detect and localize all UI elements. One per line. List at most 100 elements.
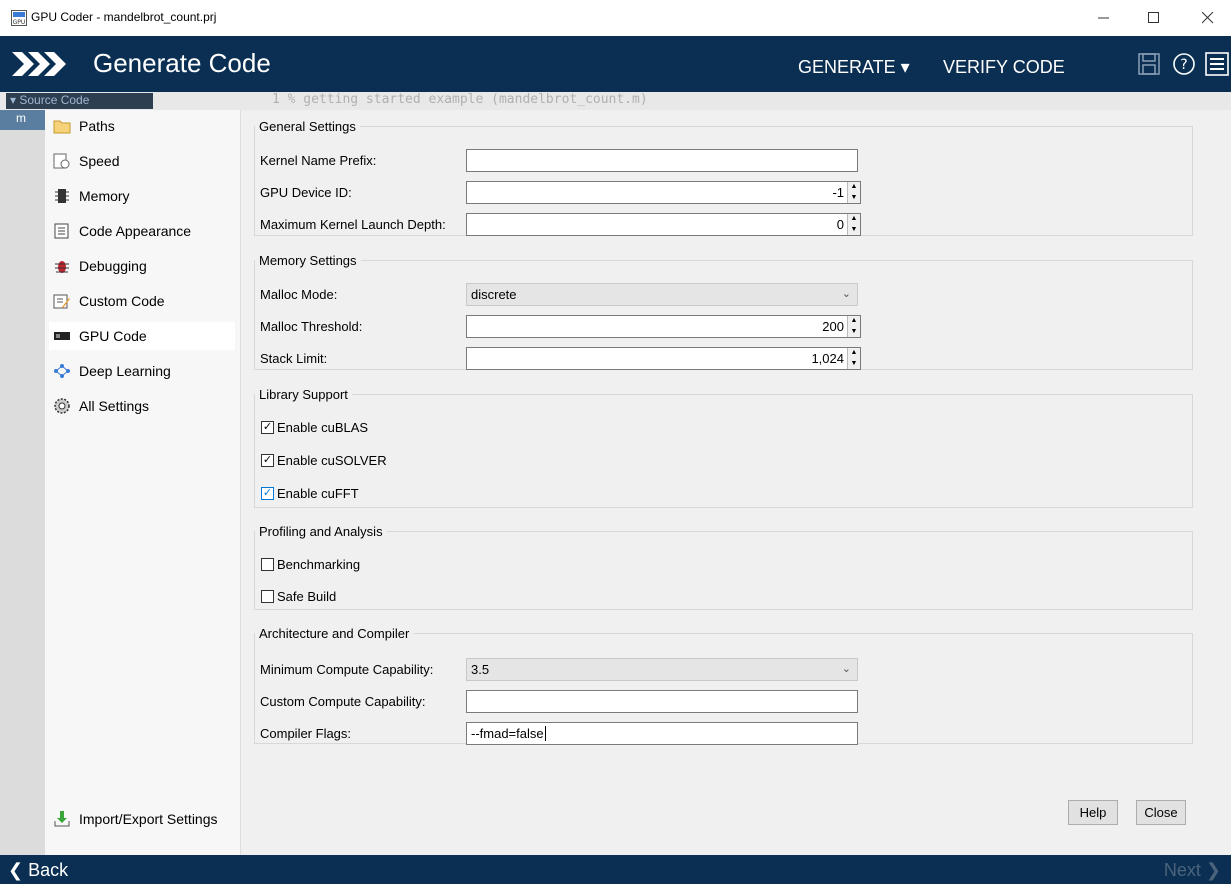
checkbox-box[interactable] — [261, 421, 274, 434]
library-support-legend: Library Support — [259, 387, 348, 402]
window-title: GPU Coder - mandelbrot_count.prj — [31, 10, 217, 24]
library-support-group: Library Support Enable cuBLAS Enable cuS… — [254, 387, 1193, 508]
nav-item-debugging[interactable]: Debugging — [49, 252, 235, 280]
spinner-arrows[interactable]: ▲ ▼ — [847, 348, 860, 369]
compiler-flags-label: Compiler Flags: — [260, 726, 352, 741]
max-kernel-launch-depth-spinner[interactable]: 0 ▲ ▼ — [466, 213, 861, 236]
nav-item-code-appearance[interactable]: Code Appearance — [49, 217, 235, 245]
max-kernel-launch-depth-value: 0 — [836, 217, 844, 232]
app-header: Generate Code GENERATE ▾ VERIFY CODE ? — [0, 36, 1231, 92]
memory-settings-legend: Memory Settings — [259, 253, 357, 268]
nav-item-label: Custom Code — [79, 293, 165, 309]
import-export-settings[interactable]: Import/Export Settings — [49, 805, 235, 833]
custom-code-icon — [53, 292, 71, 310]
nav-item-label: Memory — [79, 188, 130, 204]
page-title: Generate Code — [93, 48, 271, 78]
min-compute-capability-label: Minimum Compute Capability: — [260, 662, 434, 677]
general-settings-legend: General Settings — [259, 119, 356, 134]
checkbox-box[interactable] — [261, 558, 274, 571]
folder-icon — [53, 117, 71, 135]
source-code-label[interactable]: ▾ Source Code — [6, 93, 154, 109]
save-icon[interactable] — [1137, 52, 1161, 76]
generate-menu[interactable]: GENERATE ▾ — [798, 57, 910, 78]
enable-cufft-checkbox[interactable]: Enable cuFFT — [261, 486, 359, 501]
enable-cusolver-checkbox[interactable]: Enable cuSOLVER — [261, 453, 387, 468]
nav-item-label: All Settings — [79, 398, 150, 414]
neural-network-icon — [53, 362, 71, 380]
spinner-arrows[interactable]: ▲ ▼ — [847, 316, 860, 337]
kernel-prefix-label: Kernel Name Prefix: — [260, 153, 377, 168]
memory-settings-group: Memory Settings Malloc Mode: discrete ⌄ … — [254, 253, 1193, 370]
nav-item-all-settings[interactable]: All Settings — [49, 392, 235, 420]
stack-limit-label: Stack Limit: — [260, 351, 328, 366]
help-icon[interactable]: ? — [1172, 52, 1196, 76]
nav-item-label: Deep Learning — [79, 363, 171, 379]
settings-dialog: Paths Speed Memory Code Appearance Debug… — [45, 110, 1231, 855]
close-button[interactable]: Close — [1136, 800, 1186, 825]
gpu-device-id-value: -1 — [832, 185, 844, 200]
enable-cusolver-label: Enable cuSOLVER — [277, 453, 387, 468]
window-title-bar: GPU GPU Coder - mandelbrot_count.prj — [0, 0, 1231, 37]
bottom-nav-bar: ❮ Back Next ❯ — [0, 855, 1231, 884]
source-file-tab-label: m — [16, 111, 26, 125]
svg-text:GPU: GPU — [13, 19, 26, 26]
maximize-button[interactable] — [1131, 0, 1177, 36]
malloc-mode-select[interactable]: discrete ⌄ — [466, 283, 858, 306]
download-icon — [53, 810, 71, 828]
compiler-flags-input[interactable]: --fmad=false​ — [466, 722, 858, 745]
nav-item-memory[interactable]: Memory — [49, 182, 235, 210]
gear-icon — [53, 397, 71, 415]
benchmarking-checkbox[interactable]: Benchmarking — [261, 557, 360, 572]
spinner-arrows[interactable]: ▲ ▼ — [847, 214, 860, 235]
nav-item-gpu-code[interactable]: GPU Code — [49, 322, 235, 350]
nav-item-paths[interactable]: Paths — [49, 112, 235, 140]
enable-cufft-label: Enable cuFFT — [277, 486, 359, 501]
malloc-threshold-label: Malloc Threshold: — [260, 319, 363, 334]
min-compute-capability-value: 3.5 — [471, 662, 490, 677]
settings-nav: Paths Speed Memory Code Appearance Debug… — [45, 110, 241, 855]
profiling-analysis-legend: Profiling and Analysis — [259, 524, 383, 539]
back-button[interactable]: ❮ Back — [8, 860, 68, 881]
checkbox-box[interactable] — [261, 454, 274, 467]
safe-build-checkbox[interactable]: Safe Build — [261, 589, 336, 604]
min-compute-capability-select[interactable]: 3.5 ⌄ — [466, 658, 858, 681]
enable-cublas-checkbox[interactable]: Enable cuBLAS — [261, 420, 368, 435]
malloc-threshold-value: 200 — [822, 319, 844, 334]
help-button[interactable]: Help — [1068, 800, 1118, 825]
spinner-arrows[interactable]: ▲ ▼ — [847, 182, 860, 203]
custom-compute-capability-input[interactable] — [466, 690, 858, 713]
nav-item-speed[interactable]: Speed — [49, 147, 235, 175]
speed-icon — [53, 152, 71, 170]
nav-item-label: GPU Code — [79, 328, 147, 344]
minimize-button[interactable] — [1081, 0, 1127, 36]
text-cursor: ​ — [544, 726, 546, 741]
hamburger-menu-icon[interactable] — [1205, 52, 1229, 76]
kernel-prefix-input[interactable] — [466, 149, 858, 172]
max-kernel-launch-depth-label: Maximum Kernel Launch Depth: — [260, 217, 446, 232]
import-export-label: Import/Export Settings — [79, 811, 218, 827]
source-file-strip: m — [0, 110, 45, 855]
checkbox-box[interactable] — [261, 487, 274, 500]
nav-item-deep-learning[interactable]: Deep Learning — [49, 357, 235, 385]
verify-code-menu[interactable]: VERIFY CODE — [943, 57, 1065, 78]
settings-content: General Settings Kernel Name Prefix: GPU… — [240, 110, 1231, 855]
chevron-down-icon: ⌄ — [841, 663, 851, 675]
bug-icon — [53, 257, 71, 275]
chevron-down-icon: ⌄ — [841, 288, 851, 300]
stack-limit-spinner[interactable]: 1,024 ▲ ▼ — [466, 347, 861, 370]
nav-item-custom-code[interactable]: Custom Code — [49, 287, 235, 315]
next-button[interactable]: Next ❯ — [1164, 860, 1221, 881]
checkbox-box[interactable] — [261, 590, 274, 603]
profiling-analysis-group: Profiling and Analysis Benchmarking Safe… — [254, 524, 1193, 610]
source-file-tab[interactable]: m — [0, 110, 45, 130]
architecture-compiler-group: Architecture and Compiler Minimum Comput… — [254, 626, 1193, 745]
code-appearance-icon — [53, 222, 71, 240]
nav-item-label: Code Appearance — [79, 223, 192, 239]
compiler-flags-value: --fmad=false — [471, 726, 544, 741]
memory-chip-icon — [53, 187, 71, 205]
close-window-button[interactable] — [1185, 0, 1231, 36]
malloc-threshold-spinner[interactable]: 200 ▲ ▼ — [466, 315, 861, 338]
enable-cublas-label: Enable cuBLAS — [277, 420, 369, 435]
gpu-device-id-spinner[interactable]: -1 ▲ ▼ — [466, 181, 861, 204]
code-line: 1 % getting started example (mandelbrot_… — [272, 92, 648, 107]
